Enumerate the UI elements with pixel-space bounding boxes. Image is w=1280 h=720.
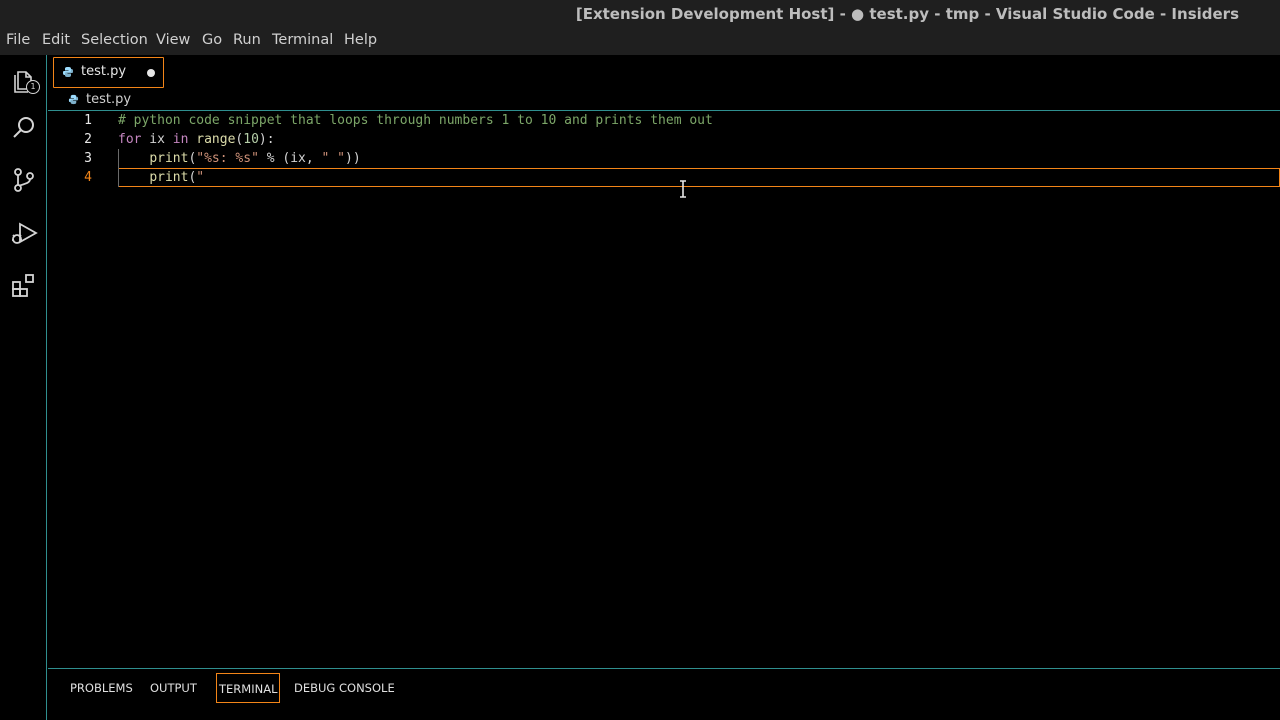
menu-terminal[interactable]: Terminal xyxy=(272,32,333,48)
unsaved-dot-icon[interactable] xyxy=(147,69,155,77)
breadcrumb-file[interactable]: test.py xyxy=(86,92,131,107)
indent-token xyxy=(118,170,149,185)
menu-help[interactable]: Help xyxy=(344,32,377,48)
text-token: ix xyxy=(141,132,173,147)
menu-view[interactable]: View xyxy=(156,32,190,48)
line-number: 2 xyxy=(84,132,92,147)
code-line-active: 4 print(" xyxy=(48,168,1280,187)
string-token: "%s: %s" xyxy=(196,151,259,166)
text-cursor-icon xyxy=(680,180,686,198)
tab-output[interactable]: OUTPUT xyxy=(148,673,199,703)
menu-go[interactable]: Go xyxy=(202,32,222,48)
indent-token xyxy=(118,151,149,166)
code-editor[interactable]: 1 # python code snippet that loops throu… xyxy=(48,111,1280,668)
line-number: 4 xyxy=(84,170,92,185)
tab-debug-console[interactable]: DEBUG CONSOLE xyxy=(292,673,397,703)
tab-label: test.py xyxy=(81,64,127,79)
keyword-token: in xyxy=(172,132,189,147)
breadcrumb: test.py xyxy=(48,89,1280,111)
search-icon[interactable] xyxy=(9,113,39,143)
source-control-icon[interactable] xyxy=(9,165,39,195)
keyword-token: for xyxy=(118,132,142,147)
tab-problems[interactable]: PROBLEMS xyxy=(68,673,135,703)
number-token: 10 xyxy=(243,132,259,147)
activity-bar: 1 xyxy=(0,55,47,720)
line-code: # python code snippet that loops through… xyxy=(118,113,713,128)
string-token: " " xyxy=(321,151,346,166)
extensions-icon[interactable] xyxy=(9,271,39,301)
line-code: for ix in range(10): xyxy=(118,132,275,147)
line-code: print(" xyxy=(118,170,204,185)
python-file-icon xyxy=(63,67,73,77)
comment-token: # python code snippet that loops through… xyxy=(118,113,713,128)
code-line: 3 print("%s: %s" % (ix, " ")) xyxy=(48,149,1280,168)
text-token: % (ix, xyxy=(258,151,322,166)
function-token: print xyxy=(149,151,189,166)
line-code: print("%s: %s" % (ix, " ")) xyxy=(118,151,361,166)
menu-edit[interactable]: Edit xyxy=(42,32,70,48)
function-token: range xyxy=(196,132,236,147)
menu-run[interactable]: Run xyxy=(233,32,261,48)
files-icon[interactable]: 1 xyxy=(9,64,40,94)
current-line-highlight xyxy=(118,168,1280,187)
menu-selection[interactable]: Selection xyxy=(81,32,148,48)
text-token: ): xyxy=(258,132,275,147)
tab-test-py[interactable]: test.py xyxy=(53,57,164,88)
python-file-icon xyxy=(68,94,79,105)
editor-tab-strip: test.py xyxy=(48,55,1280,89)
run-debug-icon[interactable] xyxy=(9,218,39,248)
bottom-panel: PROBLEMS OUTPUT TERMINAL DEBUG CONSOLE xyxy=(48,668,1280,720)
string-token: " xyxy=(196,170,205,185)
title-bar: [Extension Development Host] - ● test.py… xyxy=(0,0,1280,28)
function-token: print xyxy=(149,170,189,185)
code-line: 1 # python code snippet that loops throu… xyxy=(48,111,1280,130)
text-token: )) xyxy=(345,151,361,166)
menu-file[interactable]: File xyxy=(6,32,30,48)
line-number: 3 xyxy=(84,151,92,166)
menu-bar: File Edit Selection View Go Run Terminal… xyxy=(0,28,1280,55)
code-line: 2 for ix in range(10): xyxy=(48,130,1280,149)
explorer-badge: 1 xyxy=(26,80,40,94)
tab-terminal[interactable]: TERMINAL xyxy=(216,673,281,703)
window-title: [Extension Development Host] - ● test.py… xyxy=(575,5,1239,23)
line-number: 1 xyxy=(84,113,92,128)
